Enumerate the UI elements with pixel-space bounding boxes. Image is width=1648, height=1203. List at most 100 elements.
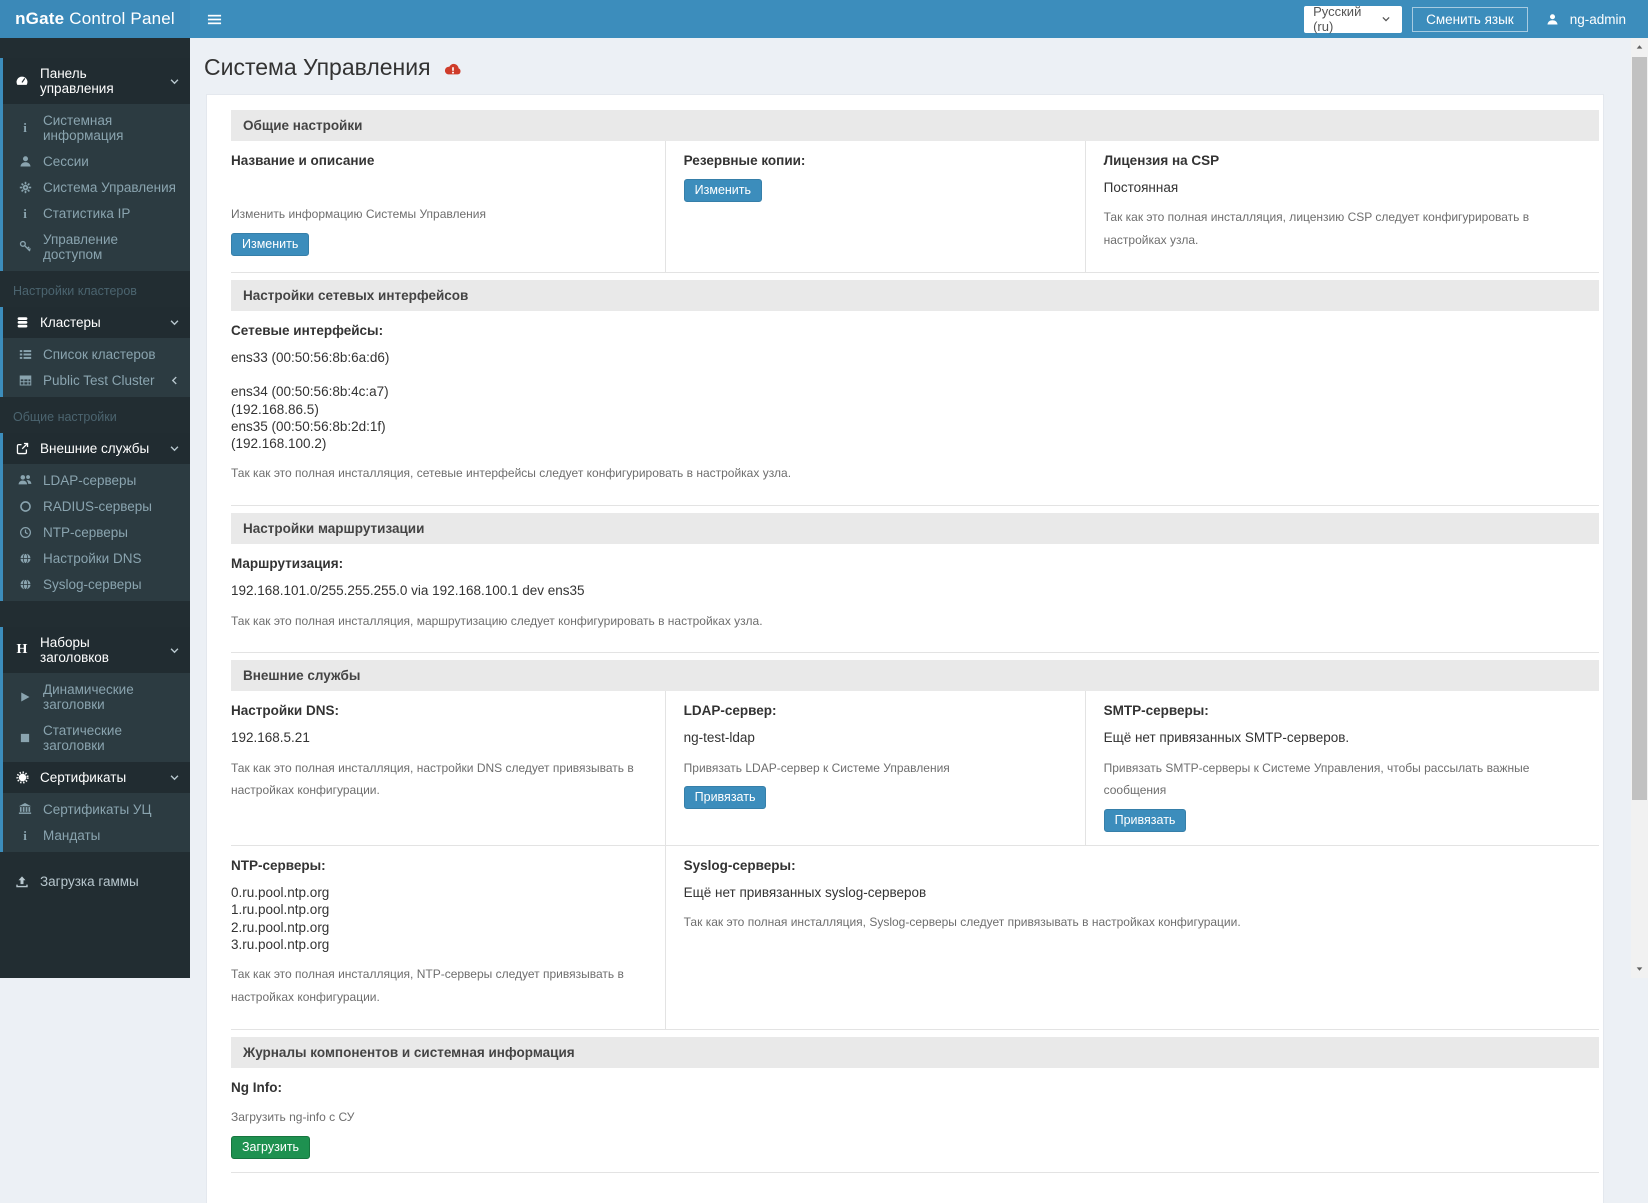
- bank-icon: [16, 802, 34, 816]
- hamburger-icon: [205, 12, 223, 27]
- sidebar-item-header-sets[interactable]: H Наборы заголовков: [3, 627, 190, 673]
- sidebar-item-public-test-cluster[interactable]: Public Test Cluster: [3, 367, 190, 393]
- user-menu[interactable]: ng-admin: [1538, 12, 1632, 27]
- table-icon: [16, 374, 34, 387]
- sidebar-group-external-services: Внешние службы LDAP-серверы RADIUS-серве…: [0, 433, 190, 601]
- sidebar-item-ca-certificates[interactable]: Сертификаты УЦ: [3, 796, 190, 822]
- sidebar-item-mandates[interactable]: iМандаты: [3, 822, 190, 848]
- cell-title: Маршрутизация:: [231, 556, 1581, 571]
- section-network-interfaces: Настройки сетевых интерфейсов Сетевые ин…: [231, 280, 1599, 506]
- cell-title: Syslog-серверы:: [684, 858, 1581, 873]
- language-select-value: Русский (ru): [1313, 4, 1377, 34]
- edit-backups-button[interactable]: Изменить: [684, 179, 762, 202]
- cell-note: Так как это полная инсталляция, Syslog-с…: [684, 911, 1581, 934]
- section-header: Журналы компонентов и системная информац…: [231, 1037, 1599, 1068]
- list-icon: [16, 348, 34, 361]
- smtp-value: Ещё нет привязанных SMTP-серверов.: [1104, 729, 1581, 746]
- section-header: Внешние службы: [231, 660, 1599, 691]
- info-icon: i: [16, 121, 34, 134]
- chevron-down-icon: [169, 317, 180, 328]
- section-logs: Журналы компонентов и системная информац…: [231, 1037, 1599, 1173]
- bind-smtp-button[interactable]: Привязать: [1104, 809, 1187, 832]
- navbar-right: Русский (ru) Сменить язык ng-admin: [1304, 0, 1648, 38]
- csp-license-value: Постоянная: [1104, 179, 1581, 196]
- cell-title: LDAP-сервер:: [684, 703, 1067, 718]
- backups-cell: Резервные копии: Изменить: [665, 141, 1085, 272]
- sidebar-group-header-sets: H Наборы заголовков Динамические заголов…: [0, 627, 190, 762]
- database-icon: [13, 316, 31, 329]
- sidebar-item-certificates[interactable]: Сертификаты: [3, 762, 190, 793]
- sidebar-toggle-button[interactable]: [190, 0, 238, 38]
- ldap-cell: LDAP-сервер: ng-test-ldap Привязать LDAP…: [665, 691, 1085, 845]
- cell-title: NTP-серверы:: [231, 858, 647, 873]
- section-routing: Настройки маршрутизации Маршрутизация: 1…: [231, 513, 1599, 653]
- info-icon: i: [16, 207, 34, 220]
- cell-note: Так как это полная инсталляция, лицензию…: [1104, 206, 1581, 252]
- sidebar-item-gamma-upload[interactable]: Загрузка гаммы: [0, 866, 190, 897]
- sidebar-item-access-management[interactable]: Управление доступом: [3, 226, 190, 267]
- sidebar-item-sessions[interactable]: Сессии: [3, 148, 190, 174]
- app-logo[interactable]: nGate Control Panel: [0, 0, 190, 38]
- cell-title: SMTP-серверы:: [1104, 703, 1581, 718]
- network-interfaces-cell: Сетевые интерфейсы: ens33 (00:50:56:8b:6…: [231, 311, 1599, 505]
- section-header: Настройки маршрутизации: [231, 513, 1599, 544]
- sidebar-item-dashboard[interactable]: Панель управления: [3, 58, 190, 104]
- cell-note: Так как это полная инсталляция, сетевые …: [231, 462, 1581, 485]
- cloud-warning-icon[interactable]: [444, 61, 462, 77]
- name-description-cell: Название и описание Изменить информацию …: [231, 141, 665, 272]
- sidebar-item-management-system[interactable]: Система Управления: [3, 174, 190, 200]
- sidebar-item-cluster-list[interactable]: Список кластеров: [3, 341, 190, 367]
- settings-panel: Общие настройки Название и описание Изме…: [206, 94, 1604, 1203]
- sidebar-item-radius-servers[interactable]: RADIUS-серверы: [3, 493, 190, 519]
- language-select[interactable]: Русский (ru): [1304, 6, 1402, 33]
- scroll-up-button[interactable]: [1631, 39, 1648, 56]
- play-icon: [16, 691, 34, 703]
- sidebar-item-ldap-servers[interactable]: LDAP-серверы: [3, 467, 190, 493]
- user-icon: [16, 155, 34, 168]
- sidebar-item-system-info[interactable]: iСистемная информация: [3, 107, 190, 148]
- cell-hint: Загрузить ng-info с СУ: [231, 1106, 1581, 1129]
- external-link-icon: [13, 442, 31, 455]
- sidebar-item-clusters[interactable]: Кластеры: [3, 307, 190, 338]
- section-external-services: Внешние службы Настройки DNS: 192.168.5.…: [231, 660, 1599, 1030]
- change-language-button[interactable]: Сменить язык: [1412, 7, 1528, 32]
- csp-license-cell: Лицензия на CSP Постоянная Так как это п…: [1085, 141, 1599, 272]
- chevron-down-icon: [169, 772, 180, 783]
- dns-value: 192.168.5.21: [231, 729, 647, 746]
- chevron-down-icon: [169, 76, 180, 87]
- sidebar-item-static-headers[interactable]: Статические заголовки: [3, 717, 190, 758]
- sidebar: Панель управления iСистемная информация …: [0, 38, 190, 978]
- top-navbar: nGate Control Panel Русский (ru) Сменить…: [0, 0, 1648, 38]
- edit-name-button[interactable]: Изменить: [231, 233, 309, 256]
- navbar-body: Русский (ru) Сменить язык ng-admin: [190, 0, 1648, 38]
- sidebar-group-clusters: Кластеры Список кластеров Public Test Cl…: [0, 307, 190, 397]
- ldap-value: ng-test-ldap: [684, 729, 1067, 746]
- cell-title: Ng Info:: [231, 1080, 1581, 1095]
- cell-note: Привязать LDAP-сервер к Системе Управлен…: [684, 757, 1067, 780]
- bind-ldap-button[interactable]: Привязать: [684, 786, 767, 809]
- key-icon: [16, 240, 34, 253]
- circle-icon: [16, 500, 34, 513]
- certificate-icon: [13, 771, 31, 784]
- download-nginfo-button[interactable]: Загрузить: [231, 1136, 310, 1159]
- select-caret-icon: [1377, 14, 1395, 24]
- cell-note: Так как это полная инсталляция, маршрути…: [231, 610, 1581, 633]
- main-content: Система Управления Общие настройки Назва…: [190, 38, 1631, 1203]
- info-icon: i: [16, 829, 34, 842]
- scrollbar-thumb[interactable]: [1632, 57, 1647, 800]
- sidebar-item-ip-statistics[interactable]: iСтатистика IP: [3, 200, 190, 226]
- sidebar-header-general: Общие настройки: [0, 397, 190, 433]
- ng-info-cell: Ng Info: Загрузить ng-info с СУ Загрузит…: [231, 1068, 1599, 1172]
- sidebar-item-dns-settings[interactable]: Настройки DNS: [3, 545, 190, 571]
- sidebar-item-syslog-servers[interactable]: Syslog-серверы: [3, 571, 190, 597]
- tachometer-icon: [13, 74, 31, 88]
- syslog-value: Ещё нет привязанных syslog-серверов: [684, 884, 1581, 901]
- scroll-down-icon: [1631, 964, 1648, 973]
- sidebar-item-ntp-servers[interactable]: NTP-серверы: [3, 519, 190, 545]
- sidebar-item-external-services[interactable]: Внешние службы: [3, 433, 190, 464]
- sidebar-item-dynamic-headers[interactable]: Динамические заголовки: [3, 676, 190, 717]
- sidebar-header-clusters: Настройки кластеров: [0, 271, 190, 307]
- routing-value: 192.168.101.0/255.255.255.0 via 192.168.…: [231, 582, 1581, 599]
- scroll-down-button[interactable]: [1631, 960, 1648, 977]
- section-header: Настройки сетевых интерфейсов: [231, 280, 1599, 311]
